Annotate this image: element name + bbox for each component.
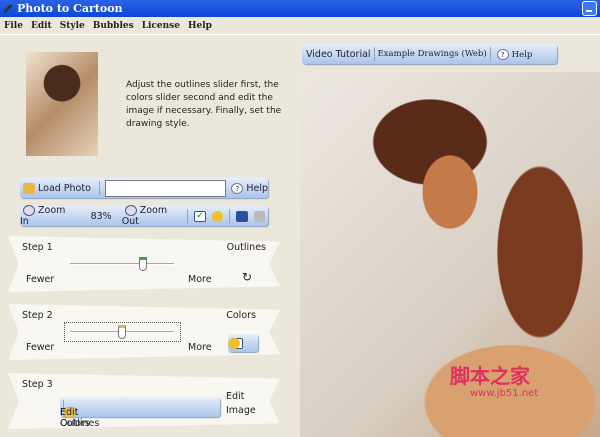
title-bar: Photo to Cartoon — [0, 0, 600, 17]
help-button[interactable]: ? Help — [494, 48, 532, 60]
zoom-in-icon — [23, 205, 35, 216]
palette-icon — [228, 337, 240, 349]
menu-edit[interactable]: Edit — [27, 18, 56, 34]
step3-panel: Step 3 Edit Image Edit Outlines Edit Col… — [8, 373, 280, 429]
watermark-url: www.jb51.net — [470, 388, 539, 399]
save-icon[interactable] — [236, 210, 248, 222]
fewer-label: Fewer — [26, 274, 55, 285]
example-drawings-button[interactable]: Example Drawings (Web) — [378, 49, 487, 59]
zoom-out-icon — [124, 205, 137, 216]
photo-thumbnail — [26, 52, 98, 156]
menu-file[interactable]: File — [0, 18, 27, 34]
edit-toolbar: Edit Outlines Edit Colors — [60, 397, 220, 429]
more-label: More — [188, 274, 212, 285]
top-toolbar: Video Tutorial Example Drawings (Web) ? H… — [302, 44, 557, 64]
image-title: Image — [226, 405, 256, 416]
outlines-title: Outlines — [226, 242, 266, 253]
colors-title: Colors — [226, 310, 256, 321]
edit-title: Edit — [226, 391, 245, 402]
zoom-level: 83% — [90, 210, 112, 222]
more-label: More — [188, 342, 212, 353]
fewer-label: Fewer — [26, 342, 55, 353]
help-button[interactable]: ? Help — [228, 182, 268, 194]
pen-icon — [3, 3, 13, 14]
colors-options-button[interactable]: ✓ — [228, 334, 258, 352]
zoom-in-button[interactable]: Zoom In — [20, 205, 75, 227]
video-tutorial-button[interactable]: Video Tutorial — [302, 49, 371, 60]
zoom-out-button[interactable]: Zoom Out — [122, 205, 185, 227]
menu-bar: File Edit Style Bubbles License Help — [0, 18, 600, 35]
load-photo-button[interactable]: Load Photo — [20, 182, 96, 194]
folder-icon — [23, 182, 35, 194]
step2-label: Step 2 — [22, 310, 53, 321]
outline-icon[interactable]: ↻ — [242, 270, 252, 284]
menu-license[interactable]: License — [138, 18, 184, 34]
help-icon: ? — [496, 48, 509, 60]
outlines-slider-thumb[interactable] — [138, 257, 147, 271]
step1-panel: Step 1 Outlines Fewer More ↻ — [8, 236, 280, 292]
menu-help[interactable]: Help — [184, 18, 216, 34]
colors-slider-thumb[interactable] — [118, 325, 126, 339]
step2-panel: Step 2 Colors Fewer More ✓ — [8, 304, 280, 360]
checkbox-icon[interactable]: ✓ — [194, 210, 206, 222]
step1-label: Step 1 — [22, 242, 53, 253]
instructions: Adjust the outlines slider first, the co… — [126, 80, 282, 129]
watermark: 脚本之家 — [450, 364, 530, 388]
step3-label: Step 3 — [22, 379, 53, 390]
minimize-button[interactable] — [582, 1, 597, 16]
photo-path-input[interactable] — [105, 179, 227, 197]
menu-style[interactable]: Style — [56, 18, 89, 34]
palette-icon[interactable] — [211, 210, 224, 222]
help-icon: ? — [231, 182, 244, 194]
window-title: Photo to Cartoon — [17, 2, 123, 15]
print-icon[interactable] — [253, 210, 265, 222]
outlines-slider[interactable] — [70, 263, 174, 265]
menu-bubbles[interactable]: Bubbles — [89, 18, 138, 34]
load-toolbar: Load Photo ? Help — [20, 178, 268, 198]
zoom-toolbar: Zoom In 83% Zoom Out ✓ — [20, 205, 268, 227]
